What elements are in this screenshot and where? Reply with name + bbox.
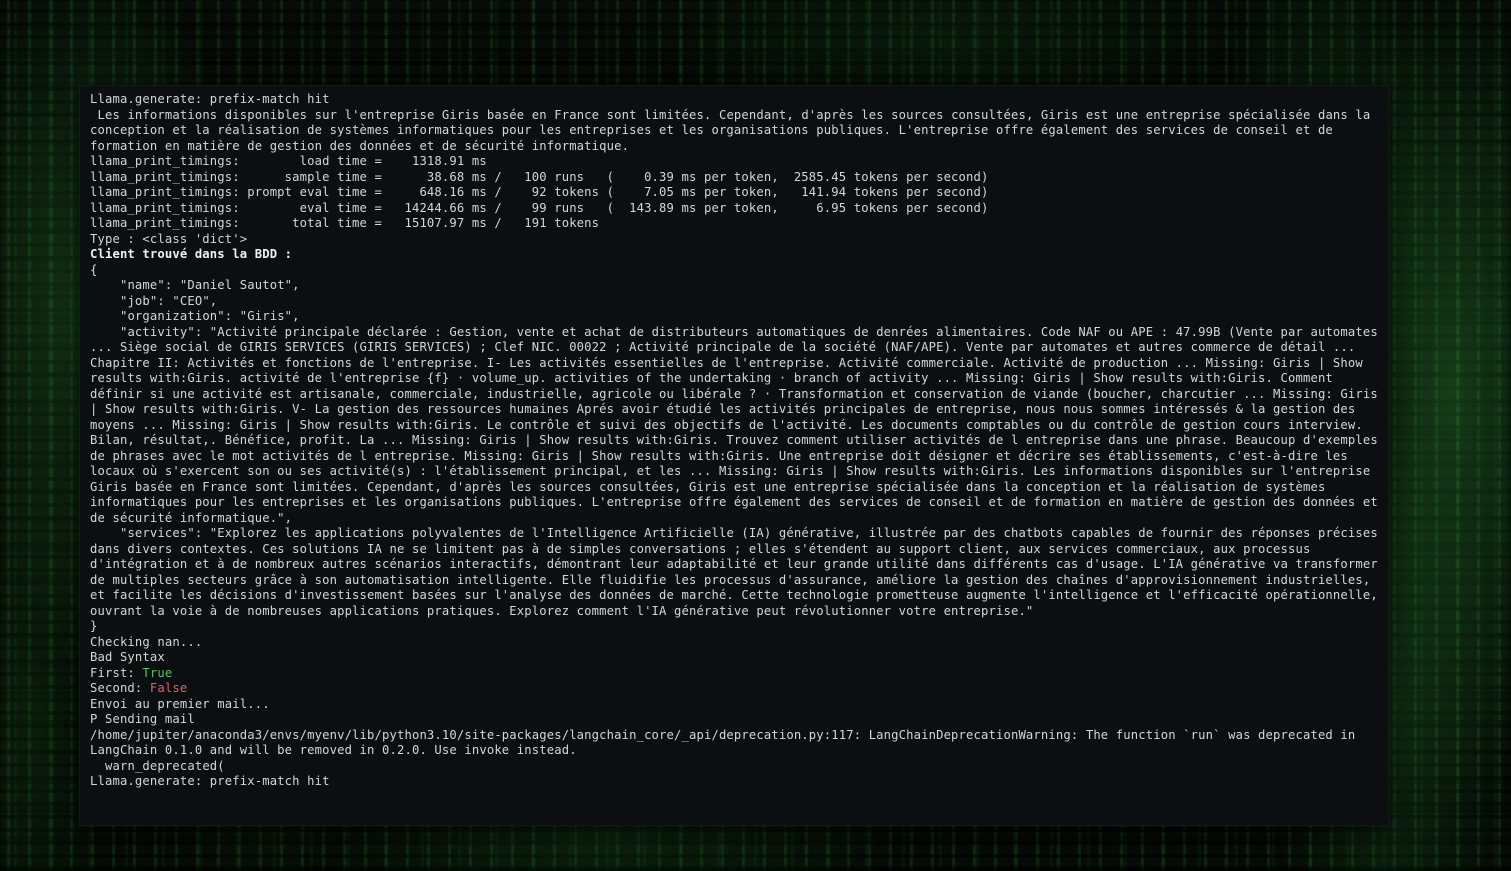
console-line: Bad Syntax: [90, 650, 1380, 666]
console-line-text: Type : <class 'dict'>: [90, 231, 248, 246]
console-line: warn_deprecated(: [90, 759, 1380, 775]
console-line-text: warn_deprecated(: [90, 758, 225, 773]
console-line: Llama.generate: prefix-match hit: [90, 92, 1380, 108]
console-line-text: "activity": "Activité principale déclaré…: [90, 324, 1386, 525]
desktop-background: Llama.generate: prefix-match hit Les inf…: [0, 0, 1511, 871]
console-line-text: Checking nan...: [90, 634, 203, 649]
console-line-text: "name": "Daniel Sautot",: [90, 278, 300, 292]
console-line: llama_print_timings: eval time = 14244.6…: [90, 201, 1380, 217]
console-line: Envoi au premier mail...: [90, 697, 1380, 713]
console-line-text: llama_print_timings: sample time = 38.68…: [90, 169, 989, 184]
console-line: Second: False: [90, 681, 1380, 697]
console-line: Checking nan...: [90, 635, 1380, 651]
console-line-segment: False: [149, 681, 188, 695]
console-line: /home/jupiter/anaconda3/envs/myenv/lib/p…: [90, 728, 1380, 759]
console-line-text: Client trouvé dans la BDD :: [90, 247, 293, 261]
console-line-text: "job": "CEO",: [90, 293, 218, 308]
console-line-text: llama_print_timings: load time = 1318.91…: [90, 154, 487, 168]
console-line: llama_print_timings: total time = 15107.…: [90, 216, 1380, 232]
console-line: llama_print_timings: load time = 1318.91…: [90, 154, 1380, 170]
console-line: "job": "CEO",: [90, 294, 1380, 310]
console-line-text: llama_print_timings: eval time = 14244.6…: [90, 200, 989, 215]
terminal-window[interactable]: Llama.generate: prefix-match hit Les inf…: [80, 86, 1388, 825]
console-line-text: Llama.generate: prefix-match hit: [90, 92, 330, 106]
console-line: llama_print_timings: sample time = 38.68…: [90, 170, 1380, 186]
console-line: "organization": "Giris",: [90, 309, 1380, 325]
console-line: P Sending mail: [90, 712, 1380, 728]
console-line-segment: Second:: [90, 681, 150, 695]
console-line: llama_print_timings: prompt eval time = …: [90, 185, 1380, 201]
console-line: "name": "Daniel Sautot",: [90, 278, 1380, 294]
console-line-text: "organization": "Giris",: [90, 309, 300, 323]
console-line: "activity": "Activité principale déclaré…: [90, 325, 1380, 527]
console-line: "services": "Explorez les applications p…: [90, 526, 1380, 619]
console-line-text: Les informations disponibles sur l'entre…: [90, 107, 1378, 153]
console-line-text: P Sending mail: [90, 712, 195, 726]
console-line-text: llama_print_timings: total time = 15107.…: [90, 216, 600, 230]
console-line: }: [90, 619, 1380, 635]
console-line-text: Envoi au premier mail...: [90, 696, 270, 711]
console-line: {: [90, 263, 1380, 279]
console-line-text: Bad Syntax: [90, 650, 165, 664]
console-line-text: "services": "Explorez les applications p…: [90, 526, 1386, 618]
console-line-text: }: [90, 619, 98, 633]
console-line-segment: First:: [90, 665, 143, 680]
console-line-segment: True: [142, 665, 173, 680]
console-line: Client trouvé dans la BDD :: [90, 247, 1380, 263]
console-line: First: True: [90, 666, 1380, 682]
console-line-text: Llama.generate: prefix-match hit: [90, 774, 330, 788]
console-line: Llama.generate: prefix-match hit: [90, 774, 1380, 790]
console-line: Type : <class 'dict'>: [90, 232, 1380, 248]
console-line-text: llama_print_timings: prompt eval time = …: [90, 185, 989, 199]
console-line-text: /home/jupiter/anaconda3/envs/myenv/lib/p…: [90, 727, 1363, 758]
console-line: Les informations disponibles sur l'entre…: [90, 108, 1380, 155]
console-line-text: {: [90, 262, 98, 277]
terminal-output[interactable]: Llama.generate: prefix-match hit Les inf…: [80, 86, 1388, 794]
